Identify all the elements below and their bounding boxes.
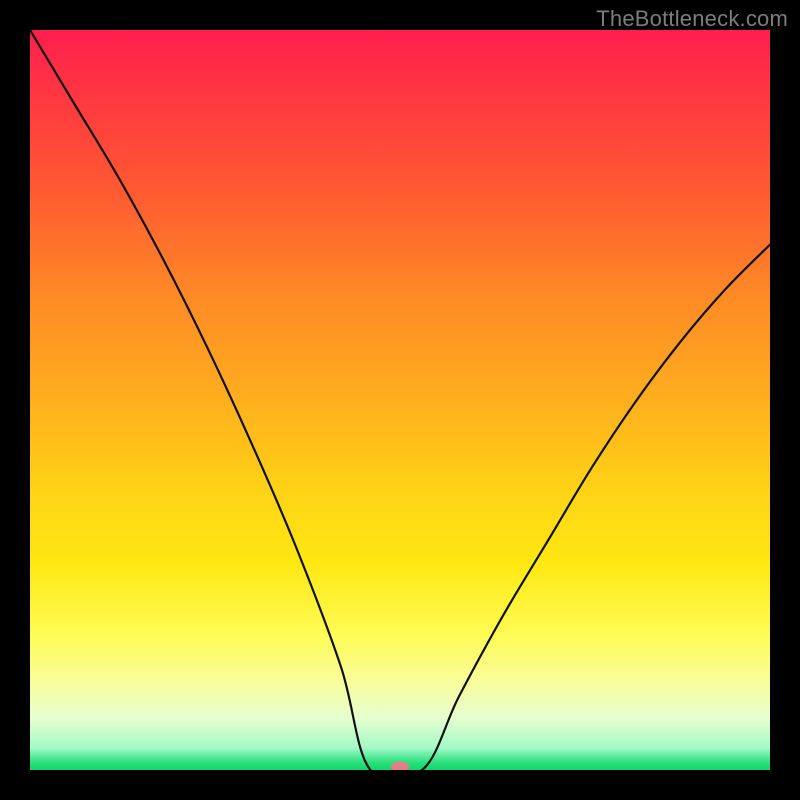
minimum-marker bbox=[391, 762, 409, 770]
chart-frame: TheBottleneck.com bbox=[0, 0, 800, 800]
curve-svg bbox=[30, 30, 770, 770]
bottleneck-curve-path bbox=[30, 30, 770, 770]
plot-area bbox=[30, 30, 770, 770]
attribution-text: TheBottleneck.com bbox=[596, 6, 788, 32]
